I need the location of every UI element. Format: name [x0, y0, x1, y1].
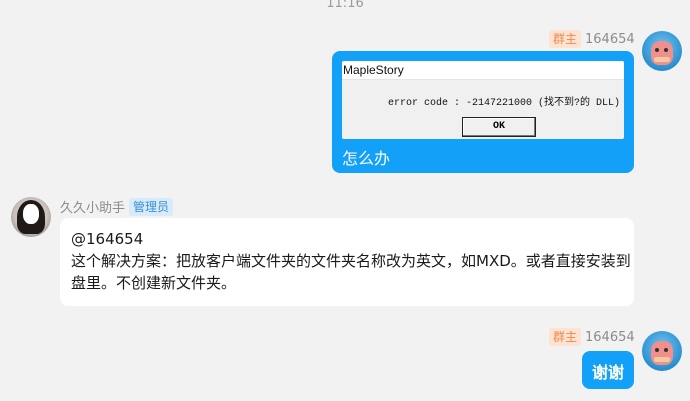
error-screenshot-image[interactable]: MapleStory error code : -2147221000 (找不到… — [342, 61, 624, 139]
sender-id[interactable]: 164654 — [585, 330, 635, 345]
ok-button: OK — [462, 117, 536, 137]
message-bubble[interactable]: MapleStory error code : -2147221000 (找不到… — [332, 51, 634, 173]
message-content: @164654 这个解决方案：把放客户端文件夹的文件夹名称改为英文，如MXD。或… — [71, 228, 631, 294]
owner-badge: 群主 — [549, 328, 582, 346]
message-bubble[interactable]: @164654 这个解决方案：把放客户端文件夹的文件夹名称改为英文，如MXD。或… — [60, 218, 634, 306]
message-bubble[interactable]: 谢谢 — [582, 351, 634, 389]
message-text: 这个解决方案：把放客户端文件夹的文件夹名称改为英文，如MXD。或者直接安装到盘里… — [71, 252, 631, 292]
sender-meta: 久久小助手 管理员 — [60, 197, 174, 216]
admin-badge: 管理员 — [129, 197, 174, 216]
user-avatar[interactable] — [642, 31, 682, 71]
sender-name[interactable]: 久久小助手 — [60, 197, 125, 216]
assistant-avatar[interactable] — [11, 197, 51, 237]
owner-badge: 群主 — [549, 30, 582, 48]
patrick-avatar-icon — [651, 41, 673, 65]
sender-id[interactable]: 164654 — [585, 32, 635, 47]
patrick-avatar-icon — [651, 341, 673, 365]
window-title: MapleStory — [342, 61, 624, 80]
sender-meta: 群主 164654 — [549, 328, 635, 346]
mention-text[interactable]: @164654 — [71, 228, 631, 250]
sender-meta: 群主 164654 — [549, 30, 635, 48]
message-text: 怎么办 — [342, 149, 391, 168]
chat-window: 11:16 群主 164654 MapleStory error code : … — [0, 0, 690, 401]
message-text: 谢谢 — [592, 363, 625, 382]
face-icon — [23, 204, 39, 224]
message-timestamp: 11:16 — [326, 0, 364, 11]
user-avatar[interactable] — [642, 331, 682, 371]
error-message: error code : -2147221000 (找不到?的 DLL) — [388, 98, 621, 109]
